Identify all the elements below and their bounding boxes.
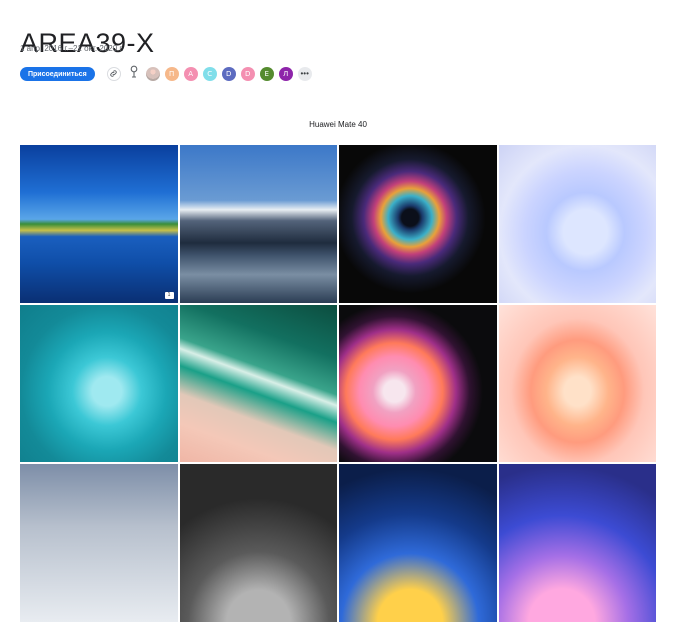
photo-tile[interactable] bbox=[179, 145, 337, 303]
photo-tile[interactable]: 1 bbox=[20, 145, 178, 303]
photo-grid: 1 bbox=[20, 145, 656, 622]
member-avatar-letter: D bbox=[244, 70, 251, 78]
member-avatars: ПАСDDЕЛ bbox=[141, 67, 293, 81]
more-horiz-icon: ••• bbox=[300, 69, 309, 78]
member-avatar-letter: D bbox=[225, 70, 232, 78]
more-options-button[interactable]: ••• bbox=[297, 67, 312, 81]
photo-tile[interactable] bbox=[20, 304, 178, 462]
comment-icon: 1 bbox=[164, 291, 174, 299]
member-avatar-letter: С bbox=[207, 70, 213, 78]
photo-tile[interactable] bbox=[179, 304, 337, 462]
album-actions: Присоединиться П А С D D Е Л ••• bbox=[20, 65, 312, 84]
member-avatar[interactable] bbox=[145, 67, 160, 81]
photo-tile[interactable] bbox=[20, 464, 178, 622]
member-avatar[interactable]: D bbox=[240, 67, 255, 81]
member-avatar[interactable]: D bbox=[221, 67, 236, 81]
add-person-button[interactable] bbox=[127, 65, 141, 84]
member-avatar-letter: П bbox=[169, 70, 175, 78]
photo-tile[interactable] bbox=[498, 304, 656, 462]
photo-tile[interactable] bbox=[339, 304, 497, 462]
member-avatar[interactable]: Л bbox=[278, 67, 293, 81]
member-avatar-letter: А bbox=[188, 70, 194, 78]
photo-tile[interactable] bbox=[498, 145, 656, 303]
member-avatar[interactable]: Е bbox=[259, 67, 274, 81]
photo-tile[interactable] bbox=[339, 464, 497, 622]
album-date-range: 1 апр. 2016 г.–21 окт. 2020 г. bbox=[20, 44, 124, 53]
member-avatar-letter: Л bbox=[283, 70, 289, 78]
member-avatar-letter: Е bbox=[264, 70, 269, 78]
photo-tile[interactable] bbox=[179, 464, 337, 622]
member-avatar[interactable]: С bbox=[202, 67, 217, 81]
join-button[interactable]: Присоединиться bbox=[20, 67, 95, 81]
photo-tile[interactable] bbox=[339, 145, 497, 303]
member-avatar[interactable]: А bbox=[183, 67, 198, 81]
section-title: Huawei Mate 40 bbox=[309, 120, 367, 129]
photo-tile[interactable] bbox=[498, 464, 656, 622]
member-avatar[interactable]: П bbox=[164, 67, 179, 81]
share-link-button[interactable] bbox=[106, 65, 121, 83]
person-icon bbox=[129, 65, 139, 84]
link-icon bbox=[109, 65, 118, 83]
